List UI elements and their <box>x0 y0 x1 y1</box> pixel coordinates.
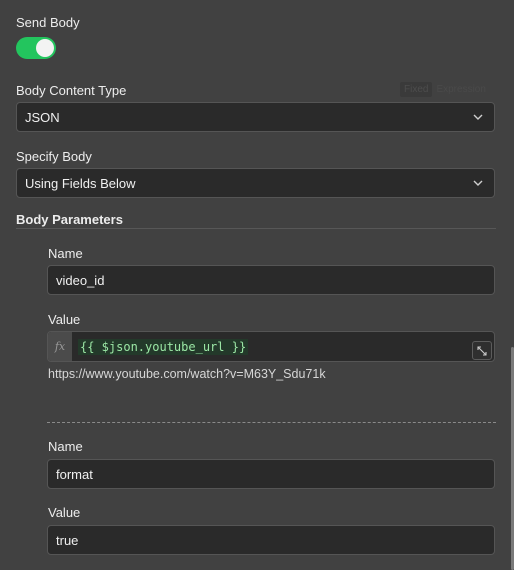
section-divider <box>16 228 496 229</box>
expand-expression-button[interactable] <box>472 341 492 360</box>
body-content-type-value: JSON <box>25 109 60 125</box>
param-name-value: video_id <box>56 272 105 288</box>
param-name-input[interactable]: format <box>47 459 495 489</box>
body-content-type-label: Body Content Type <box>16 83 127 98</box>
expression-icon: fx <box>48 332 72 361</box>
body-content-type-select[interactable]: JSON <box>16 102 495 132</box>
expand-icon <box>477 345 487 356</box>
param-value-value: true <box>56 532 79 548</box>
param-value-label: Value <box>48 505 81 520</box>
expression-option[interactable]: Expression <box>432 82 489 97</box>
param-name-input[interactable]: video_id <box>47 265 495 295</box>
param-name-label: Name <box>48 246 83 261</box>
chevron-down-icon <box>473 114 483 120</box>
send-body-label: Send Body <box>16 15 80 30</box>
toggle-knob <box>36 39 54 57</box>
fixed-option[interactable]: Fixed <box>400 82 433 97</box>
fixed-expression-toggle[interactable]: Fixed Expression <box>400 82 490 97</box>
param-value-input[interactable]: true <box>47 525 495 555</box>
param-name-label: Name <box>48 439 83 454</box>
param-value-expression-input[interactable]: fx {{ $json.youtube_url }} <box>47 331 495 362</box>
body-parameters-label: Body Parameters <box>16 212 123 227</box>
expression-result-preview: https://www.youtube.com/watch?v=M63Y_Sdu… <box>48 367 326 381</box>
specify-body-label: Specify Body <box>16 149 92 164</box>
chevron-down-icon <box>473 180 483 186</box>
expression-code: {{ $json.youtube_url }} <box>78 339 249 355</box>
param-name-value: format <box>56 466 93 482</box>
send-body-toggle[interactable] <box>16 37 56 59</box>
parameter-separator <box>47 422 496 423</box>
param-value-label: Value <box>48 312 81 327</box>
specify-body-select[interactable]: Using Fields Below <box>16 168 495 198</box>
specify-body-value: Using Fields Below <box>25 175 136 191</box>
